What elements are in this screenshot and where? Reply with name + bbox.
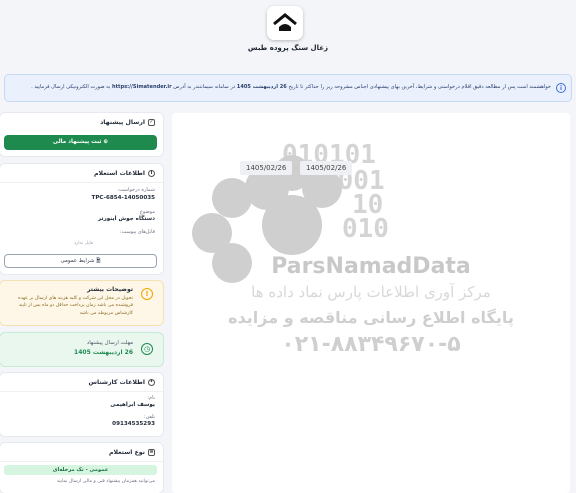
phone-value: 09134535293 xyxy=(112,421,155,427)
notice-deadline: 26 اردیبهشت 1405 xyxy=(236,84,287,90)
inquiry-type-header: ≡ نوع استعلام xyxy=(108,449,155,456)
name-value: یوسف ابراهیمی xyxy=(110,402,155,408)
expert-card: • اطلاعات کارشناس نام: یوسف ابراهیمی تلف… xyxy=(0,373,163,436)
divider xyxy=(0,391,163,392)
wm-digits-4: 010 xyxy=(342,214,389,244)
watermark-panel: 010101 0001 10 010 ParsNamadData مرکز آو… xyxy=(172,113,570,493)
request-number-label: شماره درخواست: xyxy=(117,187,155,193)
inquiry-type-card: ≡ نوع استعلام عمومی - تک مرحله‌ای می‌توا… xyxy=(0,443,163,493)
site-logo[interactable] xyxy=(267,6,303,40)
no-file-text: فایل ندارد xyxy=(73,241,93,246)
list-icon: ≡ xyxy=(148,449,155,456)
attachments-label: فایل‌های پیوست: xyxy=(119,229,155,235)
wm-phone: ۰۲۱-۸۸۳۴۹۶۷۰-۵ xyxy=(281,332,460,357)
clock-icon: ◷ xyxy=(141,343,153,355)
wm-farsi-1: مرکز آوری اطلاعات پارس نماد داده ها xyxy=(251,283,491,301)
inquiry-info-header: i اطلاعات استعلام xyxy=(94,170,155,177)
info-icon: i xyxy=(556,83,566,93)
deadline-title: مهلت ارسال پیشنهاد xyxy=(86,340,133,346)
notes-text: تحویل در محل این شرکت و کلیه هزینه های ا… xyxy=(18,296,133,316)
phone-label: تلفن: xyxy=(143,414,155,420)
subject-label: موضوع xyxy=(139,209,155,215)
inquiry-info-card: i اطلاعات استعلام شماره درخواست: TPC-685… xyxy=(0,164,163,274)
send-offer-card: ✓ ارسال پیشنهاد ⊕ ثبت پیشنهاد مالی xyxy=(0,113,163,156)
request-number-value: TPC-6854-14050035 xyxy=(91,195,156,201)
name-label: نام: xyxy=(147,395,155,401)
divider xyxy=(0,182,163,183)
notice-site-link[interactable]: https://Simatender.ir xyxy=(112,84,172,90)
subject-value: دستگاه جوش اینورتر xyxy=(97,216,155,222)
warning-icon: ! xyxy=(141,288,153,300)
date-label-right: 1405/02/26 xyxy=(300,161,353,175)
expert-header: • اطلاعات کارشناس xyxy=(88,379,155,386)
date-label-left: 1405/02/26 xyxy=(240,161,293,175)
plus-icon: ⊕ xyxy=(101,139,109,145)
send-offer-header: ✓ ارسال پیشنهاد xyxy=(100,119,155,126)
notes-card: ! توضیحات بیشتر تحویل در محل این شرکت و … xyxy=(0,281,163,325)
document-icon: 🗎 xyxy=(94,258,101,264)
info-circle-icon: i xyxy=(148,170,155,177)
notice-banner: i خواهشمند است پس از مطالعه دقیق اقلام د… xyxy=(4,74,572,102)
inquiry-type-desc: می‌توانید همزمان پیشنهاد فنی و مالی ارسا… xyxy=(56,479,155,484)
send-icon: ✓ xyxy=(148,119,155,126)
notice-text: خواهشمند است پس از مطالعه دقیق اقلام درخ… xyxy=(31,84,551,90)
wm-brand: ParsNamadData xyxy=(271,254,471,279)
general-terms-button[interactable]: 🗎 شرایط عمومی xyxy=(4,254,157,268)
deadline-value: 26 اردیبهشت 1405 xyxy=(74,349,133,356)
submit-financial-offer-button[interactable]: ⊕ ثبت پیشنهاد مالی xyxy=(4,135,157,150)
divider xyxy=(0,461,163,462)
deadline-card: ◷ مهلت ارسال پیشنهاد 26 اردیبهشت 1405 xyxy=(0,333,163,366)
roof-logo-icon xyxy=(273,13,297,31)
user-icon: • xyxy=(148,379,155,386)
inquiry-type-badge: عمومی - تک مرحله‌ای xyxy=(4,465,157,475)
site-header: زغال سنگ پروده طبس xyxy=(0,0,576,68)
notes-title: توضیحات بیشتر xyxy=(87,286,133,293)
site-name: زغال سنگ پروده طبس xyxy=(247,44,329,52)
wm-farsi-2: پایگاه اطلاع رسانی مناقصه و مزایده xyxy=(228,308,514,328)
watermark-graphic: 010101 0001 10 010 ParsNamadData مرکز آو… xyxy=(192,140,514,357)
